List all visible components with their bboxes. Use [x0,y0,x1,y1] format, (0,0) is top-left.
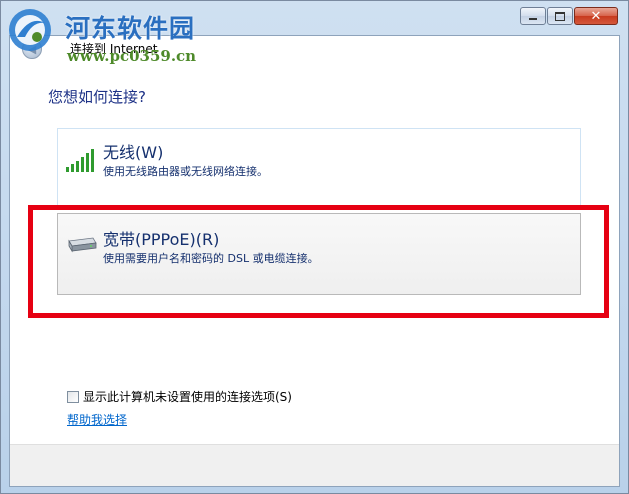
maximize-icon [555,11,565,21]
connection-question-heading: 您想如何连接? [48,88,146,106]
watermark-site-name: 河东软件园 [65,14,196,43]
dialog-content: ◀ 连接到 Internet 您想如何连接? 无线(W) 使用无线路由器或无线网… [9,35,620,487]
maximize-button[interactable] [547,7,573,25]
show-unset-options-row[interactable]: 显示此计算机未设置使用的连接选项(S) [67,388,292,405]
wireless-signal-icon [66,149,94,172]
wireless-option-label: 无线(W) [103,143,164,162]
dialog-footer [10,444,619,486]
show-unset-options-label[interactable]: 显示此计算机未设置使用的连接选项(S) [83,388,292,405]
wireless-option[interactable]: 无线(W) 使用无线路由器或无线网络连接。 [57,128,581,207]
watermark-url: www.pc0359.cn [67,47,197,65]
show-unset-options-checkbox[interactable] [67,390,79,403]
close-button[interactable]: ✕ [574,7,618,25]
minimize-button[interactable] [520,7,546,25]
minimize-icon [529,18,537,20]
dialog-window: ✕ ◀ 连接到 Internet 您想如何连接? 无线(W) 使用无线路由器或无… [0,0,629,494]
wireless-option-description: 使用无线路由器或无线网络连接。 [103,165,268,178]
window-controls: ✕ [520,7,618,25]
close-icon: ✕ [590,8,602,24]
watermark-logo-icon [9,9,51,51]
red-highlight-box [28,205,609,318]
help-me-choose-link[interactable]: 帮助我选择 [67,411,127,428]
